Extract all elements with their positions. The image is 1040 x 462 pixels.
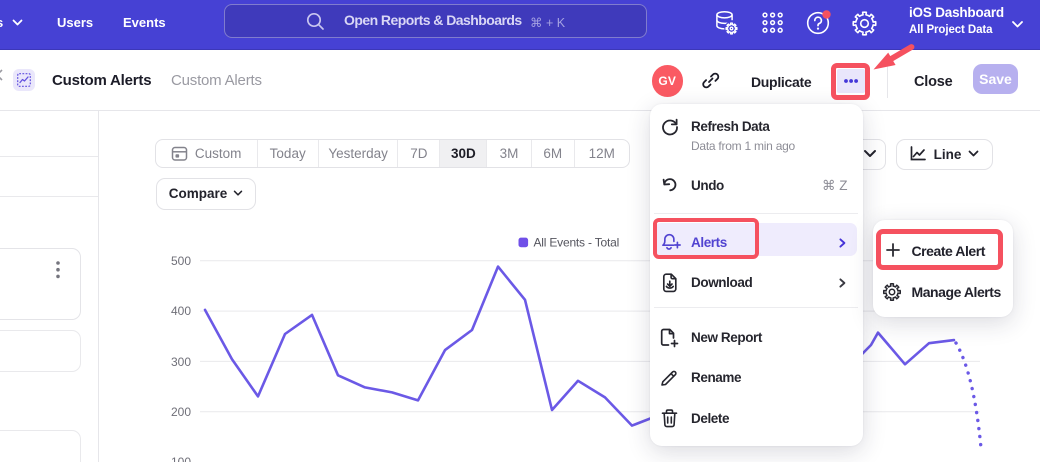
svg-text:All Events - Total: All Events - Total [534,235,620,249]
svg-text:500: 500 [171,254,191,268]
svg-text:200: 200 [171,405,191,419]
svg-text:100: 100 [171,455,191,462]
svg-text:400: 400 [171,304,191,318]
svg-text:300: 300 [171,355,191,369]
